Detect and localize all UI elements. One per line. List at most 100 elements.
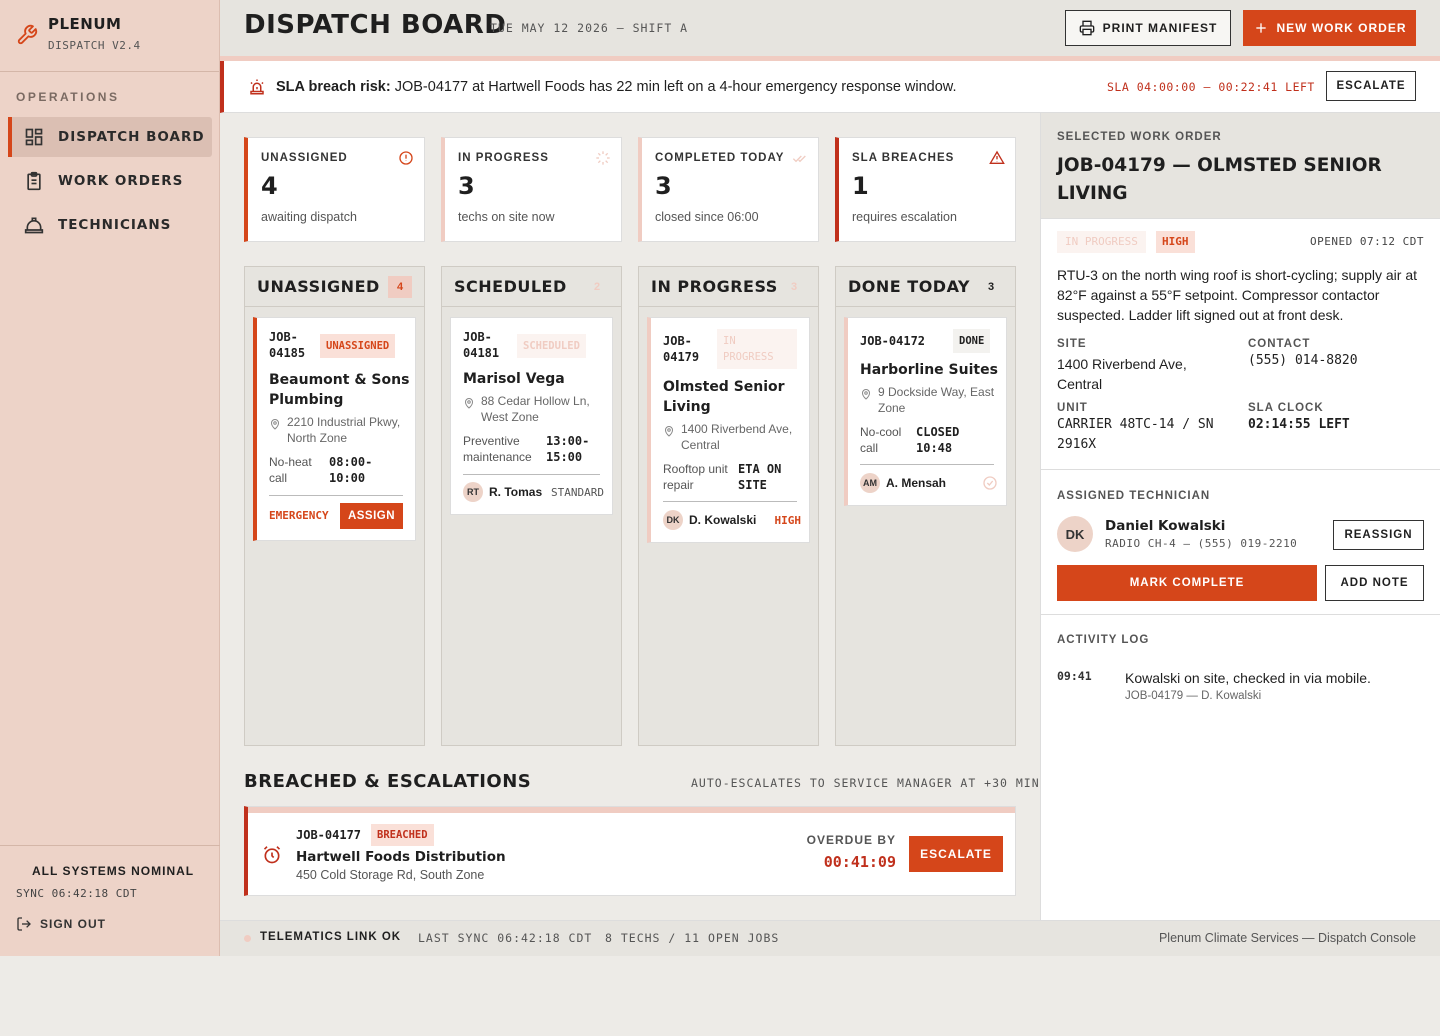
card-time-window: 08:00-10:00 (329, 455, 373, 485)
stat-unassigned: UNASSIGNED 4 awaiting dispatch (244, 137, 425, 242)
column-header: SCHEDULED 2 (442, 267, 621, 307)
sign-out-label: SIGN OUT (40, 917, 107, 931)
stat-value: 3 (655, 172, 672, 200)
new-work-order-button[interactable]: NEW WORK ORDER (1243, 10, 1416, 46)
stat-sub: techs on site now (458, 210, 555, 224)
activity-log-label: ACTIVITY LOG (1057, 634, 1150, 646)
column-in-progress: IN PROGRESS 3 JOB-04179 IN PROGRESS Olms… (638, 266, 819, 746)
alert-prefix: SLA breach risk: (276, 79, 391, 95)
card-divider (269, 495, 403, 496)
sla-alert-banner: SLA breach risk: JOB-04177 at Hartwell F… (220, 61, 1440, 113)
spinner-icon (596, 151, 610, 165)
card-status-tag: SCHEDULED (517, 334, 586, 358)
footer-counts: 8 TECHS / 11 OPEN JOBS (605, 931, 780, 945)
breached-tag: BREACHED (371, 824, 434, 846)
stat-sub: requires escalation (852, 210, 957, 224)
column-title: DONE TODAY (848, 277, 971, 296)
map-pin-icon (270, 419, 280, 430)
siren-icon (250, 79, 264, 95)
breached-row[interactable]: JOB-04177 BREACHED Hartwell Foods Distri… (244, 806, 1016, 896)
sidebar-item-technicians[interactable]: TECHNICIANS (8, 205, 212, 245)
contact-value: (555) 014-8820 (1248, 353, 1358, 368)
system-status: ALL SYSTEMS NOMINAL (32, 864, 195, 878)
app-root: PLENUM DISPATCH V2.4 OPERATIONS DISPATCH… (0, 0, 1440, 956)
stat-in-progress: IN PROGRESS 3 techs on site now (441, 137, 622, 242)
double-check-icon (792, 155, 806, 163)
assign-button[interactable]: ASSIGN (340, 503, 403, 529)
printer-icon (1079, 20, 1094, 36)
avatar: RT (463, 482, 483, 502)
breached-customer: Hartwell Foods Distribution (296, 849, 506, 865)
mark-complete-button[interactable]: MARK COMPLETE (1057, 565, 1317, 601)
wrench-icon (17, 24, 38, 45)
sign-out-button[interactable]: SIGN OUT (16, 916, 106, 932)
breached-escalate-button[interactable]: ESCALATE (909, 836, 1003, 872)
card-address: 88 Cedar Hollow Ln, West Zone (463, 393, 603, 425)
card-footer: AM A. Mensah (860, 473, 998, 493)
card-status-tag: DONE (953, 329, 991, 353)
sidebar-item-work-orders[interactable]: WORK ORDERS (8, 161, 212, 201)
column-count: 3 (987, 281, 995, 293)
print-manifest-label: PRINT MANIFEST (1102, 21, 1218, 35)
card-closed-time: CLOSED 10:48 (916, 425, 960, 455)
site-label: SITE (1057, 338, 1087, 350)
grid-icon (25, 128, 43, 146)
detail-status-badge: IN PROGRESS (1057, 231, 1146, 253)
card-technician: AM A. Mensah (860, 473, 946, 493)
detail-divider (1041, 614, 1440, 615)
overdue-timer: 00:41:09 (823, 853, 896, 871)
contact-label: CONTACT (1248, 338, 1311, 350)
column-count: 4 (388, 276, 412, 298)
stat-label: IN PROGRESS (458, 152, 549, 164)
breached-accent (248, 807, 1015, 813)
print-manifest-button[interactable]: PRINT MANIFEST (1065, 10, 1231, 46)
stat-sla-breaches: SLA BREACHES 1 requires escalation (835, 137, 1016, 242)
card-tech-name: R. Tomas (489, 485, 543, 499)
alarm-clock-icon (263, 846, 281, 864)
work-order-card[interactable]: JOB-04185 UNASSIGNED Beaumont & Sons Plu… (253, 317, 416, 541)
card-customer: Olmsted Senior Living (663, 379, 785, 415)
alert-escalate-button[interactable]: ESCALATE (1326, 71, 1416, 101)
brand: PLENUM DISPATCH V2.4 (0, 0, 219, 72)
column-title: IN PROGRESS (651, 277, 778, 296)
avatar: DK (663, 510, 683, 530)
brand-name: PLENUM (48, 15, 122, 33)
stat-completed-today: COMPLETED TODAY 3 closed since 06:00 (638, 137, 819, 242)
map-pin-icon (664, 426, 674, 437)
card-customer: Beaumont & Sons Plumbing (269, 372, 410, 408)
overdue-label: OVERDUE BY (806, 833, 896, 847)
card-address: 9 Dockside Way, East Zone (860, 384, 1000, 416)
card-eta: ETA ON SITE (738, 462, 782, 492)
reassign-button[interactable]: REASSIGN (1333, 520, 1424, 550)
footer-last-sync: LAST SYNC 06:42:18 CDT (418, 931, 593, 945)
work-order-card[interactable]: JOB-04179 IN PROGRESS Olmsted Senior Liv… (647, 317, 810, 543)
card-job-id: JOB-04185 (269, 330, 306, 360)
stat-label: UNASSIGNED (261, 152, 348, 164)
card-priority: STANDARD (551, 485, 604, 499)
card-address-text: 1400 Riverbend Ave, Central (681, 422, 793, 452)
sla-label: SLA CLOCK (1248, 402, 1324, 414)
card-technician: DK D. Kowalski (663, 510, 756, 530)
stat-sub: awaiting dispatch (261, 210, 357, 224)
brand-version: DISPATCH V2.4 (48, 39, 141, 52)
detail-description: RTU-3 on the north wing roof is short-cy… (1057, 267, 1418, 323)
card-call-type: No-heat call (269, 455, 312, 485)
alert-text: JOB-04177 at Hartwell Foods has 22 min l… (394, 79, 957, 95)
column-header: IN PROGRESS 3 (639, 267, 818, 307)
card-call-type: Rooftop unit repair (663, 462, 728, 492)
alert-circle-icon (399, 151, 413, 165)
breached-job-id: JOB-04177 (296, 828, 362, 842)
sla-clock: 02:14:55 LEFT (1248, 417, 1350, 432)
card-divider (663, 501, 797, 502)
alert-sla-countdown: SLA 04:00:00 — 00:22:41 LEFT (1107, 80, 1315, 94)
card-address: 2210 Industrial Pkwy, North Zone (269, 414, 409, 446)
stat-sub: closed since 06:00 (655, 210, 759, 224)
work-order-card[interactable]: JOB-04172 DONE Harborline Suites 9 Docks… (844, 317, 1007, 506)
sidebar-item-dispatch-board[interactable]: DISPATCH BOARD (8, 117, 212, 157)
work-order-card[interactable]: JOB-04181 SCHEDULED Marisol Vega 88 Ceda… (450, 317, 613, 515)
shift-date: TUE MAY 12 2026 — SHIFT A (490, 21, 689, 35)
card-tech-name: D. Kowalski (689, 513, 757, 527)
card-divider (860, 464, 994, 465)
card-footer: RT R. Tomas STANDARD (463, 482, 604, 502)
add-note-button[interactable]: ADD NOTE (1325, 565, 1424, 601)
